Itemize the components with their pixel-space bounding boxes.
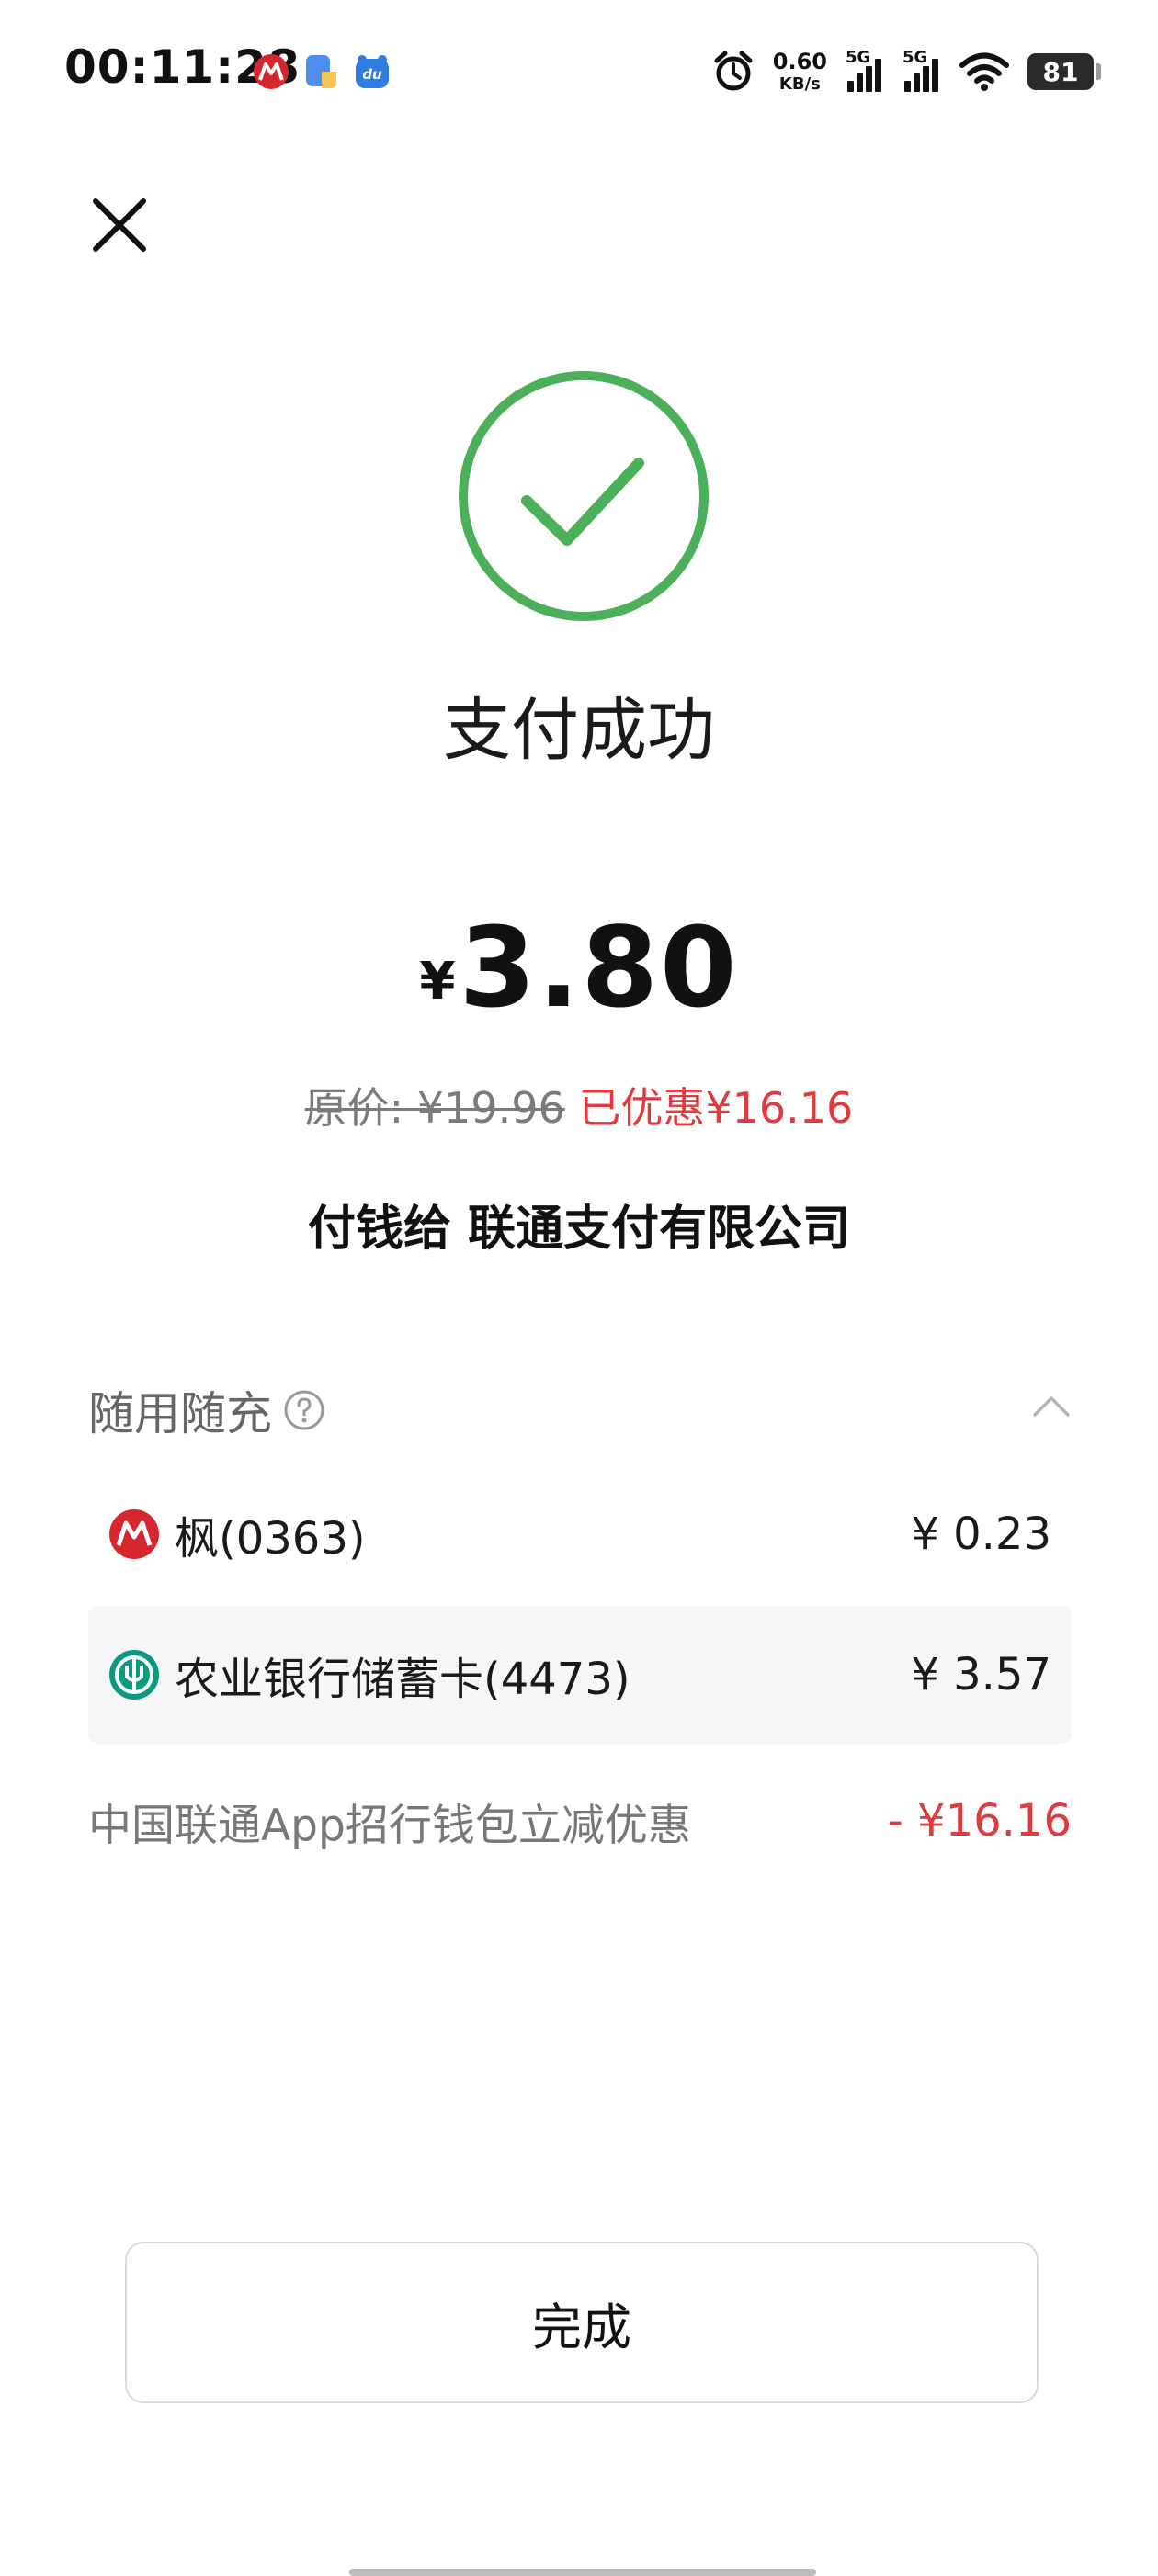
chevron-up-icon[interactable] bbox=[1031, 1393, 1072, 1418]
check-circle-icon bbox=[459, 371, 709, 621]
signal-5g-icon: 5G bbox=[846, 48, 884, 92]
paid-amount: ¥3.80 bbox=[0, 905, 1158, 1033]
svg-text:du: du bbox=[362, 66, 382, 83]
amount-currency: ¥ bbox=[419, 952, 456, 1011]
battery-icon: 81 bbox=[1027, 53, 1101, 90]
payment-method-amount: ¥ 0.23 bbox=[911, 1508, 1051, 1560]
payment-method-label: 枫(0363) bbox=[175, 1513, 366, 1565]
promotion-amount: - ¥16.16 bbox=[887, 1795, 1072, 1847]
payee: 付钱给 联通支付有限公司 bbox=[307, 1202, 851, 1257]
payment-breakdown-header[interactable]: 随用随充 bbox=[88, 1378, 1072, 1442]
done-button[interactable]: 完成 bbox=[125, 2242, 1039, 2403]
payment-method-row: 枫(0363) ¥ 0.23 bbox=[88, 1465, 1072, 1603]
promotion-label: 中国联通App招行钱包立减优惠 bbox=[88, 1800, 691, 1851]
close-icon[interactable] bbox=[83, 188, 156, 262]
home-indicator[interactable] bbox=[349, 2569, 816, 2576]
signal-5g-icon: 5G bbox=[903, 48, 941, 92]
payment-method-row: 农业银行储蓄卡(4473) ¥ 3.57 bbox=[88, 1606, 1072, 1744]
alarm-icon bbox=[714, 51, 753, 91]
payment-breakdown-title: 随用随充 bbox=[88, 1387, 272, 1441]
promotion-row: 中国联通App招行钱包立减优惠 - ¥16.16 bbox=[88, 1784, 1072, 1858]
battery-level: 81 bbox=[1042, 56, 1079, 87]
network-speed-unit: KB/s bbox=[778, 74, 821, 94]
wallet-app-icon bbox=[306, 55, 336, 88]
success-title: 支付成功 bbox=[443, 691, 715, 770]
amount-value: 3.80 bbox=[459, 905, 739, 1033]
du-app-icon: du bbox=[356, 55, 389, 88]
saved-amount: 已优惠¥16.16 bbox=[578, 1083, 854, 1133]
signal-label: 5G bbox=[903, 48, 928, 67]
original-price: 原价: ¥19.96 bbox=[304, 1083, 565, 1133]
help-circle-icon[interactable] bbox=[283, 1389, 325, 1431]
status-bar: 00:11:28 du 0.60 KB/s 5G 5G 81 bbox=[0, 0, 1158, 147]
status-indicators: 0.60 KB/s 5G 5G 81 bbox=[712, 44, 1101, 99]
wifi-icon bbox=[959, 52, 1009, 91]
payment-method-label: 农业银行储蓄卡(4473) bbox=[175, 1654, 630, 1705]
discount-line: 原价: ¥19.96 已优惠¥16.16 bbox=[0, 1075, 1158, 1135]
signal-label: 5G bbox=[846, 48, 871, 67]
cmb-bank-logo bbox=[109, 1509, 159, 1559]
network-speed-value: 0.60 bbox=[772, 49, 827, 74]
network-speed: 0.60 KB/s bbox=[773, 51, 827, 93]
abc-bank-logo bbox=[109, 1650, 159, 1700]
cmb-app-icon bbox=[254, 54, 289, 89]
payment-method-amount: ¥ 3.57 bbox=[911, 1649, 1051, 1700]
